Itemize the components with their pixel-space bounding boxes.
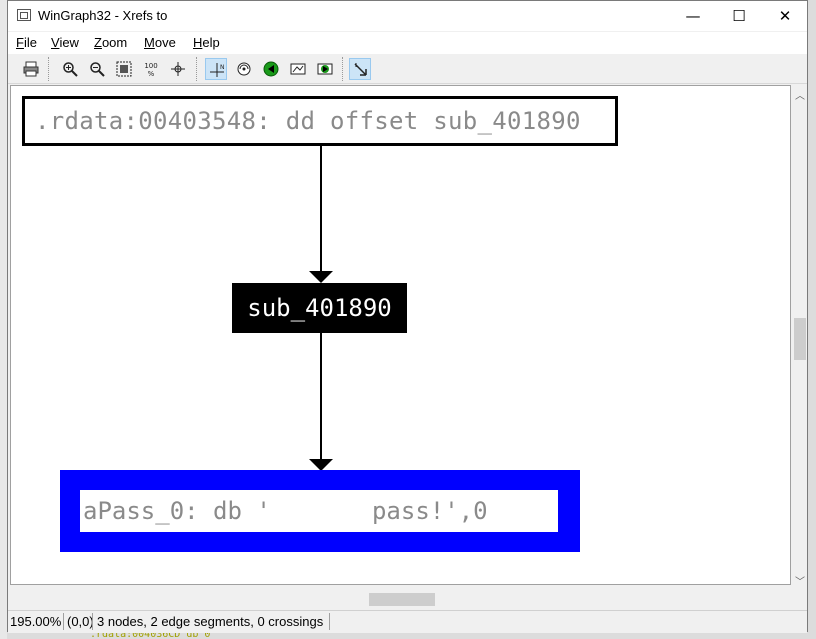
- svg-text:%: %: [148, 70, 155, 77]
- horizontal-scrollbar[interactable]: [10, 585, 792, 610]
- zoom-in-icon: [63, 62, 78, 77]
- edge-n1-n2-arrowhead: [309, 271, 333, 283]
- menu-bar: File View Zoom Move Help: [8, 32, 807, 54]
- pointer-button[interactable]: [349, 58, 371, 80]
- prev-button[interactable]: [260, 58, 282, 80]
- vertical-scrollbar[interactable]: ︿ ﹀: [792, 85, 807, 588]
- rotate-icon: [237, 62, 251, 76]
- svg-text:N: N: [220, 64, 225, 71]
- center-button[interactable]: [167, 58, 189, 80]
- menu-zoom[interactable]: Zoom: [94, 35, 127, 50]
- close-button[interactable]: ✕: [762, 1, 808, 31]
- status-bar: 195.00% (0,0) 3 nodes, 2 edge segments, …: [8, 610, 807, 633]
- graph-node-sub-401890[interactable]: sub_401890: [232, 283, 407, 333]
- menu-file[interactable]: File: [16, 35, 37, 50]
- print-button[interactable]: [20, 58, 42, 80]
- status-info: 3 nodes, 2 edge segments, 0 crossings: [97, 614, 324, 629]
- prev-green-icon: [263, 61, 279, 77]
- next-green-icon: [317, 63, 333, 75]
- zoom-out-button[interactable]: [86, 58, 108, 80]
- status-divider: [92, 613, 93, 630]
- status-divider: [329, 613, 330, 630]
- toolbar: 100% N: [8, 54, 807, 84]
- status-coords: (0,0): [67, 614, 94, 629]
- pointer-icon: [354, 63, 367, 76]
- app-icon: [17, 9, 31, 21]
- layout-icon: N: [210, 63, 225, 77]
- background-editor-strip: [0, 0, 7, 639]
- layout-button[interactable]: N: [205, 58, 227, 80]
- graph-node-apass-label: aPass_0: db ' pass!',0: [80, 490, 558, 532]
- menu-move[interactable]: Move: [144, 35, 176, 50]
- vertical-scroll-thumb[interactable]: [794, 318, 806, 360]
- graph-node-rdata[interactable]: .rdata:00403548: dd offset sub_401890: [22, 96, 618, 146]
- title-bar[interactable]: WinGraph32 - Xrefs to — ☐ ✕: [8, 1, 807, 31]
- printer-icon: [23, 61, 39, 77]
- fit-window-button[interactable]: [113, 58, 135, 80]
- fit-window-icon: [116, 61, 132, 77]
- menu-help[interactable]: Help: [193, 35, 220, 50]
- minimize-button[interactable]: —: [670, 1, 716, 31]
- wingraph-window: WinGraph32 - Xrefs to — ☐ ✕ File View Zo…: [7, 0, 808, 633]
- toolbar-separator: [48, 57, 50, 81]
- rotate-button[interactable]: [233, 58, 255, 80]
- menu-view[interactable]: View: [51, 35, 79, 50]
- zoom-100-icon: 100%: [144, 62, 157, 77]
- zoom-100-label: 100: [144, 62, 157, 70]
- next-button[interactable]: [314, 58, 336, 80]
- status-zoom: 195.00%: [10, 614, 62, 629]
- zoom-100-button[interactable]: 100%: [140, 58, 162, 80]
- scroll-up-arrow[interactable]: ︿: [795, 87, 805, 102]
- overview-button[interactable]: [287, 58, 309, 80]
- window-title: WinGraph32 - Xrefs to: [38, 8, 168, 23]
- graph-canvas[interactable]: .rdata:00403548: dd offset sub_401890 su…: [10, 85, 791, 585]
- status-divider: [63, 613, 64, 630]
- toolbar-separator: [196, 57, 198, 81]
- toolbar-separator: [342, 57, 344, 81]
- scroll-down-arrow[interactable]: ﹀: [795, 573, 805, 588]
- crosshair-icon: [171, 62, 185, 76]
- zoom-out-icon: [90, 62, 105, 77]
- horizontal-scroll-thumb[interactable]: [369, 593, 435, 606]
- graph-node-apass[interactable]: aPass_0: db ' pass!',0: [60, 470, 580, 552]
- maximize-button[interactable]: ☐: [716, 1, 762, 31]
- zoom-in-button[interactable]: [59, 58, 81, 80]
- overview-icon: [290, 63, 306, 75]
